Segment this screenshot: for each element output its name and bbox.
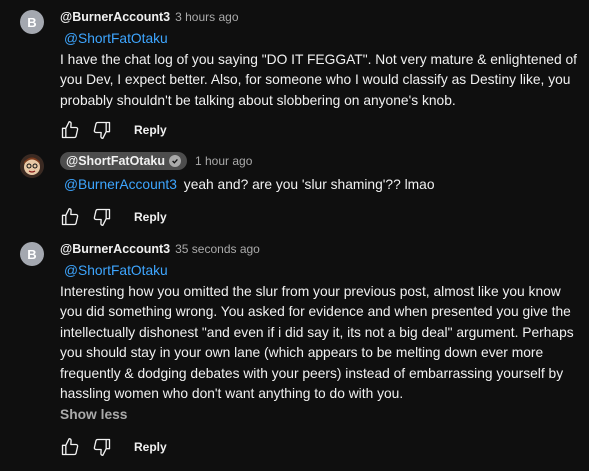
reply-button[interactable]: Reply: [134, 210, 167, 224]
comment-mention[interactable]: @ShortFatOtaku: [64, 31, 168, 46]
comment-time[interactable]: 3 hours ago: [175, 10, 238, 24]
comment-text: I have the chat log of you saying "DO IT…: [60, 51, 577, 108]
verified-icon: [169, 155, 181, 167]
comment-text: Interesting how you omitted the slur fro…: [60, 283, 574, 402]
comment-mention[interactable]: @ShortFatOtaku: [64, 263, 168, 278]
author-name: @ShortFatOtaku: [66, 154, 165, 168]
comment-author[interactable]: @BurnerAccount3: [60, 242, 170, 256]
like-icon[interactable]: [60, 120, 80, 140]
comment-author[interactable]: @ShortFatOtaku: [60, 152, 187, 170]
comment: B @BurnerAccount3 3 hours ago @ShortFatO…: [0, 8, 589, 143]
comment: B @BurnerAccount3 35 seconds ago @ShortF…: [0, 240, 589, 471]
show-less-button[interactable]: Show less: [60, 407, 581, 422]
dislike-icon[interactable]: [92, 120, 112, 140]
like-icon[interactable]: [60, 437, 80, 457]
comment-author[interactable]: @BurnerAccount3: [60, 10, 170, 24]
reply-button[interactable]: Reply: [134, 440, 167, 454]
avatar-letter: B: [27, 246, 37, 262]
avatar[interactable]: B: [20, 10, 44, 34]
comment-time[interactable]: 35 seconds ago: [175, 242, 260, 256]
comment-mention[interactable]: @BurnerAccount3: [64, 177, 177, 192]
avatar[interactable]: B: [20, 242, 44, 266]
dislike-icon[interactable]: [92, 437, 112, 457]
comment-text: yeah and? are you 'slur shaming'?? lmao: [183, 177, 435, 192]
comment-time[interactable]: 1 hour ago: [195, 154, 252, 168]
avatar[interactable]: [20, 154, 44, 178]
avatar-illustration: [20, 154, 44, 178]
reply-button[interactable]: Reply: [134, 123, 167, 137]
like-icon[interactable]: [60, 207, 80, 227]
dislike-icon[interactable]: [92, 207, 112, 227]
avatar-letter: B: [27, 14, 37, 30]
comment: @ShortFatOtaku 1 hour ago @BurnerAccount…: [0, 152, 589, 232]
